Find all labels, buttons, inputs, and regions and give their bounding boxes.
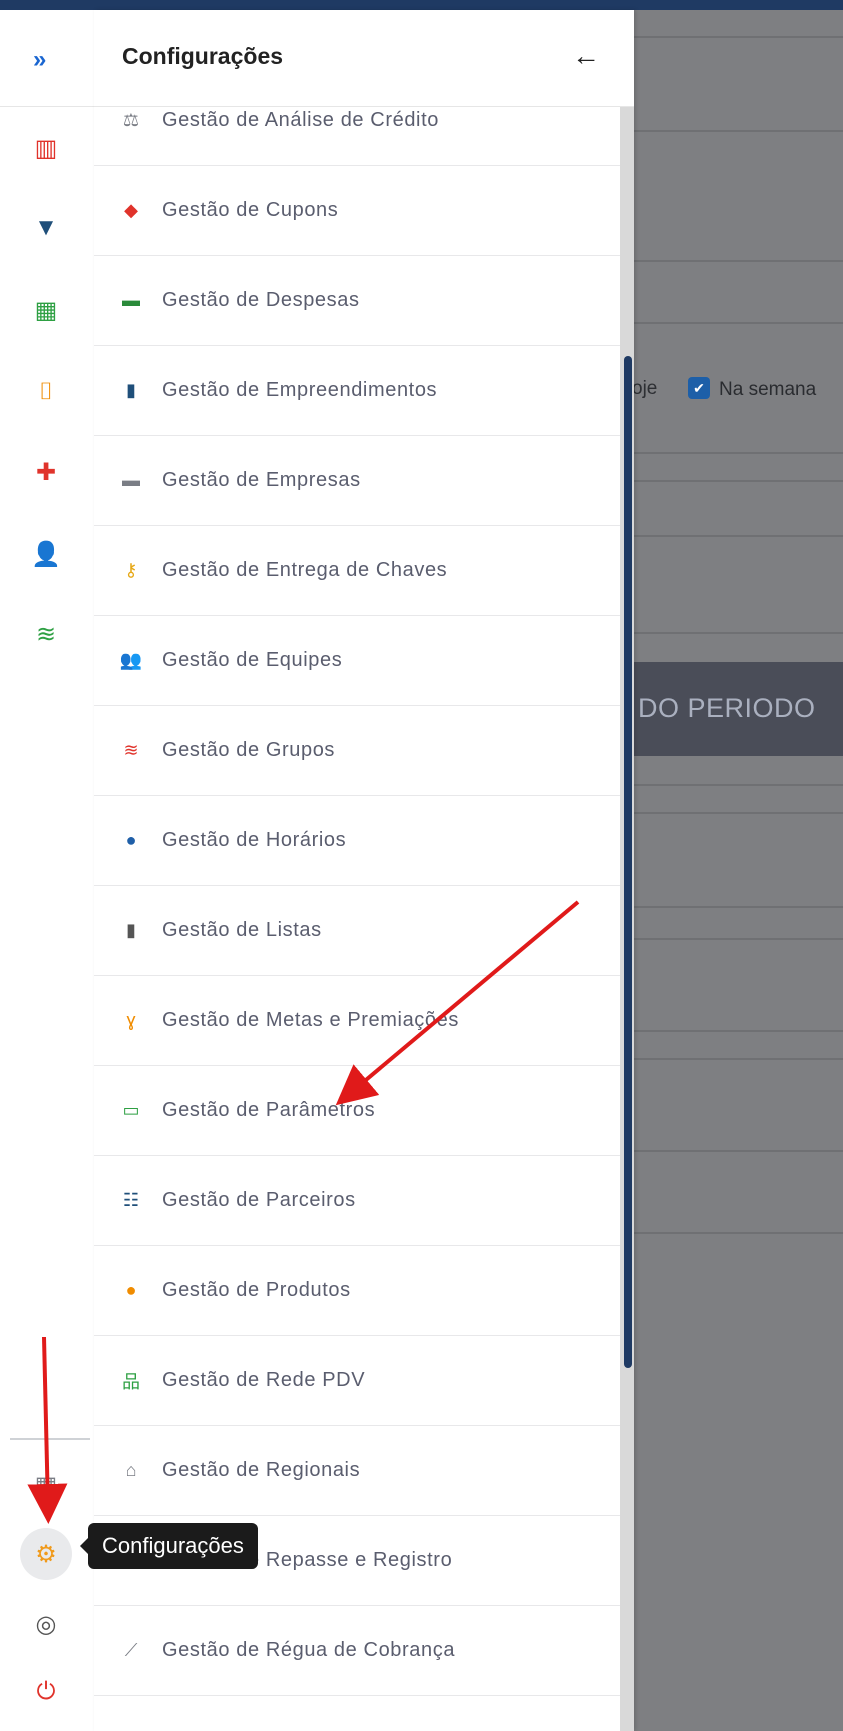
panel-header: Configurações ← (94, 10, 634, 107)
panel-title: Configurações (122, 43, 284, 69)
annotation-arrows (27, 900, 580, 1524)
arrow-left-icon[interactable]: ← (572, 40, 600, 72)
arrow-to-parametros (335, 900, 580, 1106)
arrow-to-settings-gear (27, 1336, 68, 1524)
